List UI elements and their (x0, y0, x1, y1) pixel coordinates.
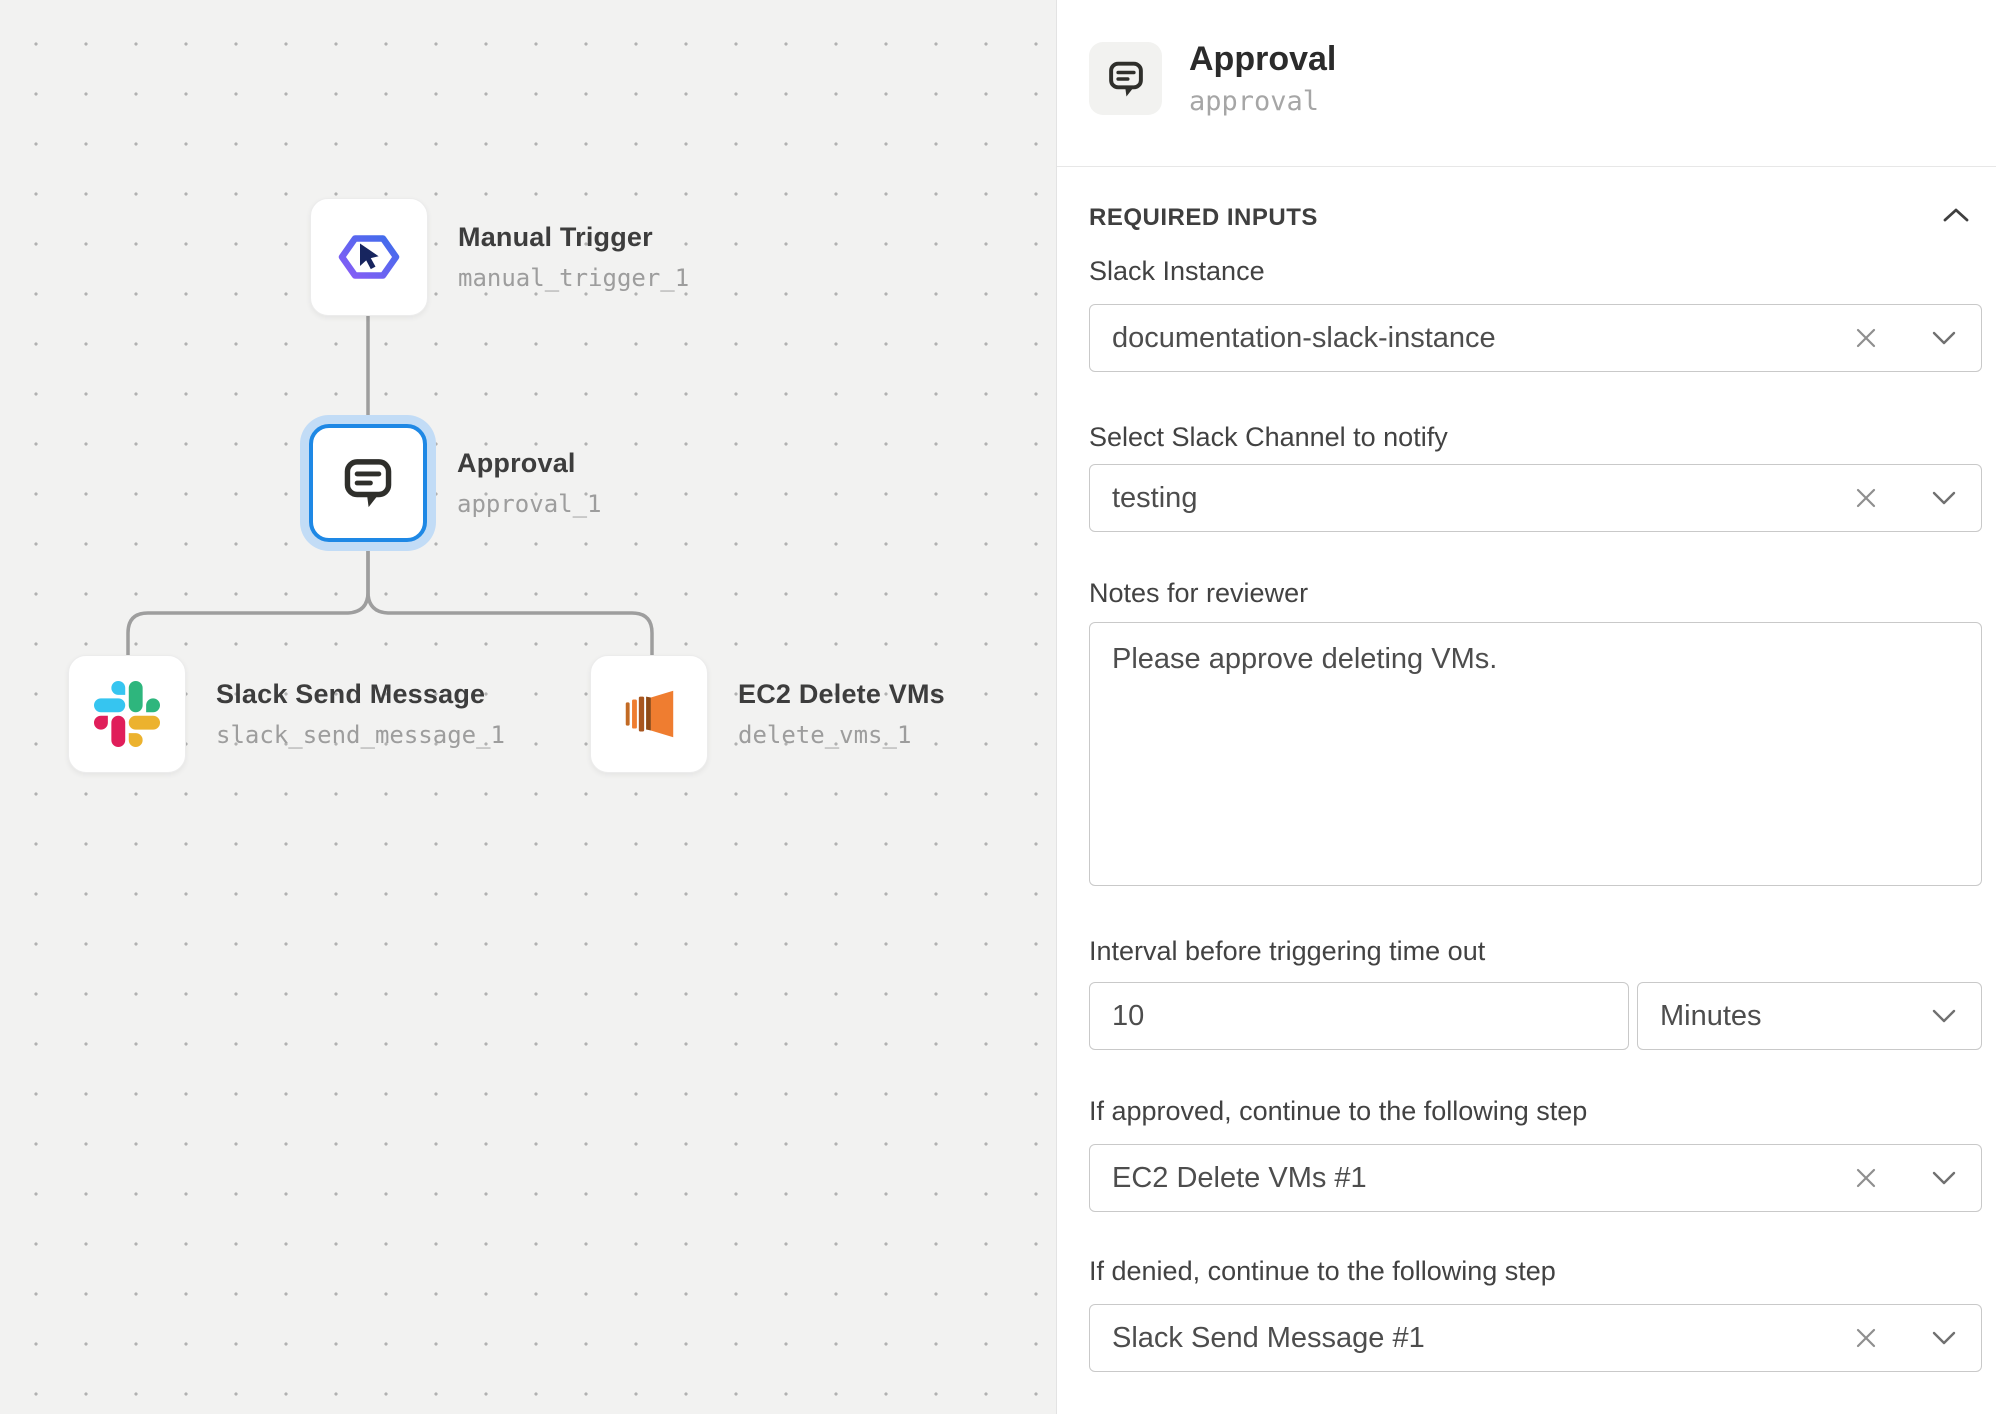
clear-icon[interactable] (1853, 1325, 1879, 1351)
chevron-down-icon[interactable] (1931, 490, 1957, 506)
node-title: Manual Trigger (458, 222, 689, 253)
if-denied-value: Slack Send Message #1 (1112, 1322, 1853, 1355)
if-denied-label: If denied, continue to the following ste… (1089, 1256, 1556, 1287)
node-approval-labels: Approval approval_1 (457, 424, 602, 542)
slack-channel-value: testing (1112, 482, 1853, 515)
node-title: Slack Send Message (216, 679, 505, 710)
chat-bubble-icon (1105, 58, 1147, 100)
node-manual-trigger-box[interactable] (310, 198, 428, 316)
node-id: slack_send_message_1 (216, 721, 505, 749)
panel-step-icon-badge (1089, 42, 1162, 115)
node-approval: Approval approval_1 (309, 424, 602, 542)
connector-approval-to-slack (128, 550, 368, 657)
chevron-up-icon[interactable] (1942, 206, 1970, 224)
chevron-down-icon[interactable] (1931, 1330, 1957, 1346)
if-denied-select[interactable]: Slack Send Message #1 (1089, 1304, 1982, 1372)
notes-textarea[interactable]: Please approve deleting VMs. (1089, 622, 1982, 886)
chevron-down-icon[interactable] (1931, 1008, 1957, 1024)
interval-unit-value: Minutes (1660, 1000, 1931, 1033)
chevron-down-icon[interactable] (1931, 1170, 1957, 1186)
manual-trigger-hexagon-cursor-icon (337, 225, 401, 289)
node-id: approval_1 (457, 490, 602, 518)
interval-label: Interval before triggering time out (1089, 936, 1485, 967)
slack-logo-icon (94, 681, 160, 747)
step-config-panel: Approval approval REQUIRED INPUTS Slack … (1056, 0, 1996, 1414)
node-manual-trigger-labels: Manual Trigger manual_trigger_1 (458, 198, 689, 316)
workflow-canvas[interactable]: Manual Trigger manual_trigger_1 Approval… (0, 0, 1056, 1414)
node-title: Approval (457, 448, 602, 479)
notes-label: Notes for reviewer (1089, 578, 1308, 609)
aws-ec2-icon (618, 683, 680, 745)
clear-icon[interactable] (1853, 1165, 1879, 1191)
node-slack-send-message: Slack Send Message slack_send_message_1 (68, 655, 505, 773)
clear-icon[interactable] (1853, 325, 1879, 351)
node-ec2-delete-vms: EC2 Delete VMs delete_vms_1 (590, 655, 945, 773)
node-slack-labels: Slack Send Message slack_send_message_1 (216, 655, 505, 773)
if-approved-select[interactable]: EC2 Delete VMs #1 (1089, 1144, 1982, 1212)
clear-icon[interactable] (1853, 485, 1879, 511)
if-approved-label: If approved, continue to the following s… (1089, 1096, 1587, 1127)
slack-channel-select[interactable]: testing (1089, 464, 1982, 532)
if-approved-value: EC2 Delete VMs #1 (1112, 1162, 1853, 1195)
interval-value: 10 (1112, 1000, 1604, 1033)
node-id: manual_trigger_1 (458, 264, 689, 292)
slack-channel-label: Select Slack Channel to notify (1089, 422, 1448, 453)
node-approval-box[interactable] (309, 424, 427, 542)
panel-divider (1057, 166, 1996, 167)
node-manual-trigger: Manual Trigger manual_trigger_1 (310, 198, 689, 316)
connector-approval-to-ec2 (368, 550, 652, 657)
interval-input[interactable]: 10 (1089, 982, 1629, 1050)
panel-subtitle: approval (1189, 86, 1319, 117)
node-ec2-labels: EC2 Delete VMs delete_vms_1 (738, 655, 945, 773)
chat-bubble-icon (339, 454, 397, 512)
node-title: EC2 Delete VMs (738, 679, 945, 710)
slack-instance-label: Slack Instance (1089, 256, 1265, 287)
panel-title: Approval (1189, 40, 1336, 79)
node-ec2-box[interactable] (590, 655, 708, 773)
slack-instance-select[interactable]: documentation-slack-instance (1089, 304, 1982, 372)
required-inputs-header: REQUIRED INPUTS (1089, 204, 1318, 232)
node-id: delete_vms_1 (738, 721, 945, 749)
workflow-app: Manual Trigger manual_trigger_1 Approval… (0, 0, 1996, 1414)
interval-unit-select[interactable]: Minutes (1637, 982, 1982, 1050)
slack-instance-value: documentation-slack-instance (1112, 322, 1853, 355)
chevron-down-icon[interactable] (1931, 330, 1957, 346)
node-slack-box[interactable] (68, 655, 186, 773)
